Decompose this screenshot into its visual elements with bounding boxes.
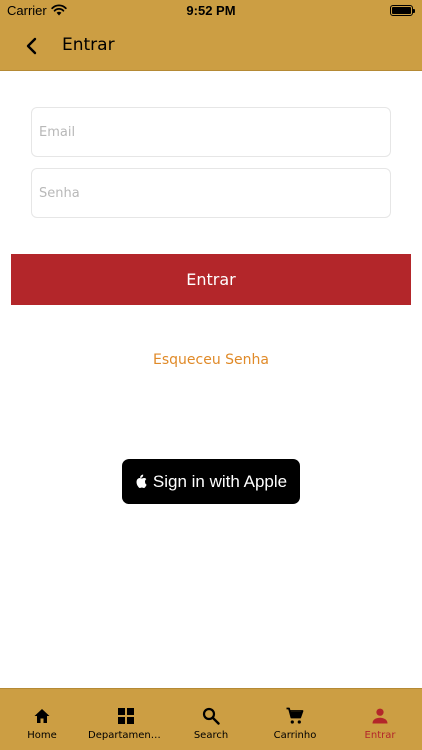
tab-entrar-label: Entrar <box>364 730 396 741</box>
email-field[interactable] <box>31 107 391 157</box>
tab-carrinho[interactable]: Carrinho <box>253 689 337 750</box>
tab-carrinho-label: Carrinho <box>273 730 317 741</box>
search-icon <box>202 707 220 725</box>
clock: 9:52 PM <box>186 3 236 18</box>
apple-button-label: Sign in with Apple <box>152 471 288 491</box>
person-icon <box>372 708 388 724</box>
password-field[interactable] <box>31 168 391 218</box>
home-icon <box>34 709 50 723</box>
tab-home-label: Home <box>27 730 57 741</box>
navigation-bar: Entrar <box>0 21 422 71</box>
back-button[interactable] <box>18 32 46 60</box>
tab-departamentos-label: Departamentos <box>88 730 166 741</box>
tab-bar: Home Departamentos Search Carrinho Entra… <box>0 688 422 750</box>
apple-icon <box>136 474 147 488</box>
page-title: Entrar <box>62 35 115 55</box>
forgot-password-link[interactable]: Esqueceu Senha <box>0 352 422 368</box>
status-bar: Carrier 9:52 PM <box>0 0 422 21</box>
tab-search-label: Search <box>193 730 229 741</box>
tab-home[interactable]: Home <box>0 689 84 750</box>
grid-icon <box>118 708 134 724</box>
cart-icon <box>286 707 304 724</box>
email-input[interactable] <box>32 108 390 156</box>
battery-icon <box>390 5 415 16</box>
password-input[interactable] <box>32 169 390 217</box>
tab-departamentos[interactable]: Departamentos <box>84 689 168 750</box>
sign-in-with-apple-button[interactable]: Sign in with Apple <box>122 459 300 504</box>
tab-entrar[interactable]: Entrar <box>338 689 422 750</box>
chevron-left-icon <box>26 37 37 55</box>
login-button[interactable]: Entrar <box>11 254 411 305</box>
tab-search[interactable]: Search <box>169 689 253 750</box>
